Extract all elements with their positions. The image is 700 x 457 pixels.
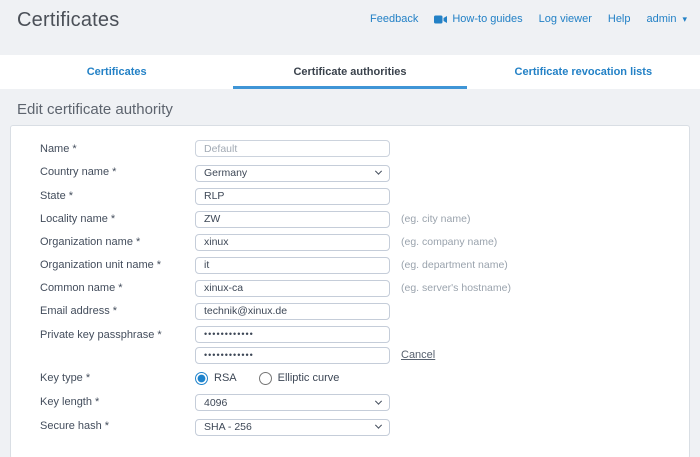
- passphrase-label: Private key passphrase*: [31, 326, 195, 341]
- locality-input[interactable]: [195, 211, 390, 228]
- page-title: Certificates: [17, 9, 119, 32]
- section-title: Edit certificate authority: [17, 101, 700, 118]
- rsa-radio-input[interactable]: [195, 372, 208, 385]
- field-row-common-name: Common name* (eg. server's hostname): [31, 280, 669, 297]
- howto-guides-link[interactable]: How-to guides: [434, 13, 522, 25]
- email-input[interactable]: [195, 303, 390, 320]
- field-row-name: Name*: [31, 140, 669, 157]
- country-select[interactable]: Germany: [195, 165, 390, 182]
- organization-unit-label: Organization unit name*: [31, 259, 195, 271]
- cancel-link[interactable]: Cancel: [401, 349, 435, 361]
- field-row-secure-hash: Secure hash* SHA - 256: [31, 417, 669, 436]
- organization-unit-input[interactable]: [195, 257, 390, 274]
- elliptic-curve-radio-input[interactable]: [259, 372, 272, 385]
- help-link[interactable]: Help: [608, 13, 631, 25]
- common-name-input[interactable]: [195, 280, 390, 297]
- organization-label: Organization name*: [31, 236, 195, 248]
- secure-hash-select[interactable]: SHA - 256: [195, 419, 390, 436]
- name-input[interactable]: [195, 140, 390, 157]
- common-name-hint: (eg. server's hostname): [401, 282, 511, 294]
- field-row-locality: Locality name* (eg. city name): [31, 211, 669, 228]
- log-viewer-link[interactable]: Log viewer: [539, 13, 592, 25]
- field-row-passphrase: Private key passphrase* Cancel: [31, 326, 669, 364]
- common-name-label: Common name*: [31, 282, 195, 294]
- email-label: Email address*: [31, 305, 195, 317]
- tab-bar: Certificates Certificate authorities Cer…: [0, 55, 700, 89]
- admin-menu-label: admin: [647, 13, 677, 25]
- organization-input[interactable]: [195, 234, 390, 251]
- state-label: State*: [31, 190, 195, 202]
- state-input[interactable]: [195, 188, 390, 205]
- key-length-select[interactable]: 4096: [195, 394, 390, 411]
- field-row-organization-unit: Organization unit name* (eg. department …: [31, 257, 669, 274]
- top-links: Feedback How-to guides Log viewer Help a…: [370, 13, 687, 25]
- organization-unit-hint: (eg. department name): [401, 259, 508, 271]
- howto-guides-label: How-to guides: [452, 13, 522, 25]
- field-row-key-length: Key length* 4096: [31, 393, 669, 412]
- key-type-rsa-radio[interactable]: RSA: [195, 372, 237, 385]
- chevron-down-icon: ▾: [682, 15, 687, 24]
- edit-certificate-authority-form: Name* Country name* Germany State* Local…: [10, 125, 690, 457]
- tab-certificate-authorities[interactable]: Certificate authorities: [233, 55, 466, 89]
- video-camera-icon: [434, 15, 447, 24]
- field-row-organization: Organization name* (eg. company name): [31, 234, 669, 251]
- field-row-state: State*: [31, 188, 669, 205]
- tab-certificates[interactable]: Certificates: [0, 55, 233, 89]
- feedback-link[interactable]: Feedback: [370, 13, 418, 25]
- elliptic-curve-radio-label: Elliptic curve: [278, 372, 340, 384]
- locality-hint: (eg. city name): [401, 213, 470, 225]
- field-row-email: Email address*: [31, 303, 669, 320]
- passphrase-input[interactable]: [195, 326, 390, 343]
- field-row-country: Country name* Germany: [31, 163, 669, 182]
- rsa-radio-label: RSA: [214, 372, 237, 384]
- field-row-key-type: Key type* RSA Elliptic curve: [31, 370, 669, 387]
- header: Certificates Feedback How-to guides Log …: [0, 0, 700, 55]
- passphrase-confirm-input[interactable]: [195, 347, 390, 364]
- secure-hash-label: Secure hash*: [31, 420, 195, 432]
- name-label: Name*: [31, 143, 195, 155]
- country-label: Country name*: [31, 166, 195, 178]
- key-type-label: Key type*: [31, 372, 195, 384]
- key-type-elliptic-radio[interactable]: Elliptic curve: [259, 372, 340, 385]
- locality-label: Locality name*: [31, 213, 195, 225]
- key-length-label: Key length*: [31, 396, 195, 408]
- admin-menu[interactable]: admin ▾: [647, 13, 688, 25]
- tab-certificate-revocation-lists[interactable]: Certificate revocation lists: [467, 55, 700, 89]
- organization-hint: (eg. company name): [401, 236, 497, 248]
